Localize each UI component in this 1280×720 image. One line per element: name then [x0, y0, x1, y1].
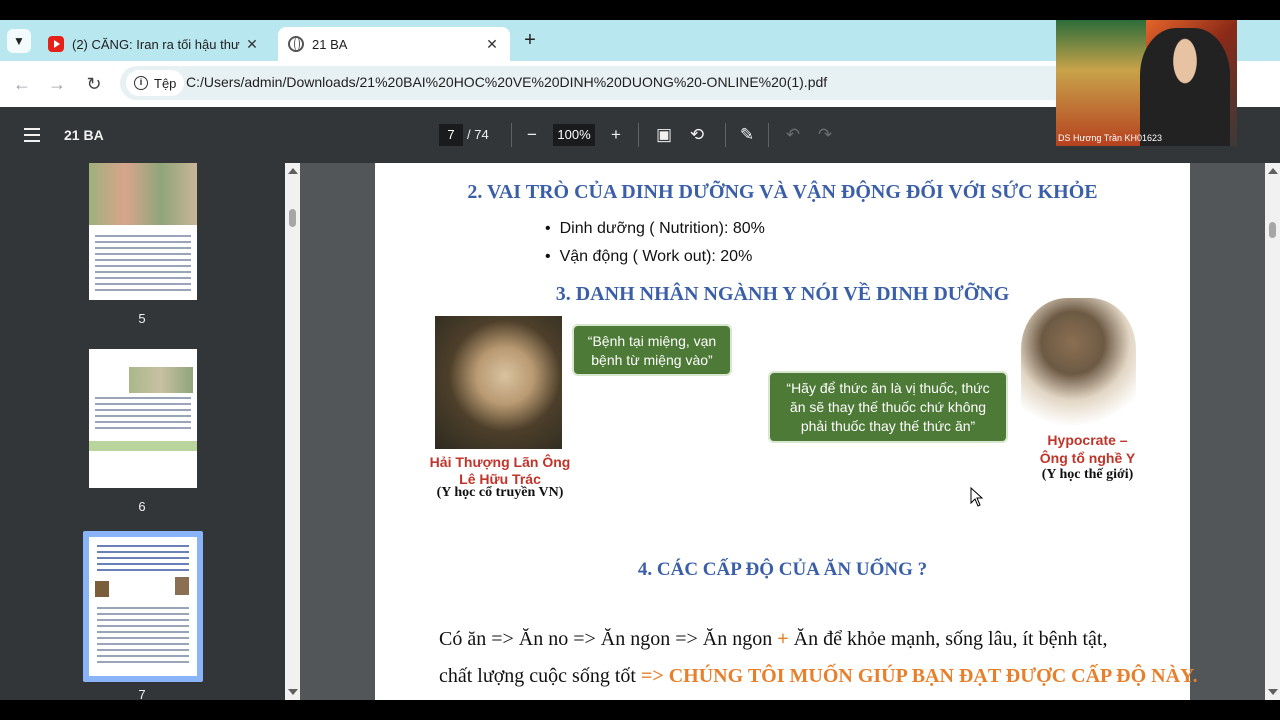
person1-name-1: Hải Thượng Lãn Ông	[429, 454, 571, 470]
divider	[768, 123, 769, 147]
rotate-icon[interactable]: ⟲	[685, 123, 709, 147]
sidebar-scroll-thumb[interactable]	[289, 209, 296, 227]
heading-section-2: 2. VAI TRÒ CỦA DINH DƯỠNG VÀ VẬN ĐỘNG ĐỐ…	[467, 181, 1098, 203]
zoom-input[interactable]: 100%	[553, 124, 595, 146]
pdf-viewer: 2. VAI TRÒ CỦA DINH DƯỠNG VÀ VẬN ĐỘNG ĐỐ…	[300, 163, 1265, 700]
thumbnail-text-lines	[97, 607, 189, 667]
screen: ▼ (2) CĂNG: Iran ra tối hậu thư sá ✕ 21 …	[0, 0, 1280, 720]
person2-note: (Y học thế giới)	[1041, 467, 1134, 482]
thumbnail-page-number: 6	[138, 499, 146, 514]
bullet-item: Dinh dưỡng ( Nutrition): 80%	[545, 215, 765, 243]
thumbnail-text-lines	[97, 545, 189, 575]
globe-icon	[288, 36, 304, 52]
site-info-chip[interactable]: i Tệp	[126, 70, 185, 96]
divider	[725, 123, 726, 147]
presenter-video	[1140, 28, 1230, 146]
page-total: / 74	[467, 127, 489, 142]
thumbnail-text-lines	[95, 235, 191, 291]
tab-label: (2) CĂNG: Iran ra tối hậu thư sá	[72, 36, 242, 52]
person1-note: (Y học cổ truyền VN)	[436, 485, 564, 500]
redo-icon[interactable]: ↷	[813, 123, 837, 147]
scroll-up-icon[interactable]	[1268, 168, 1278, 174]
undo-icon[interactable]: ↶	[781, 123, 805, 147]
scroll-up-icon[interactable]	[288, 168, 298, 174]
viewer-scroll-thumb[interactable]	[1269, 222, 1276, 238]
new-tab-button[interactable]: +	[518, 28, 542, 52]
close-icon[interactable]: ✕	[482, 36, 502, 53]
pdf-page: 2. VAI TRÒ CỦA DINH DƯỠNG VÀ VẬN ĐỘNG ĐỐ…	[375, 163, 1198, 700]
person2-name-1: Hypocrate –	[1047, 432, 1128, 448]
thumbnail-image	[175, 577, 189, 595]
heading-section-4: 4. CÁC CẤP ĐỘ CỦA ĂN UỐNG ?	[637, 559, 928, 580]
webcam-overlay: DS Hương Trần KH01623	[1056, 20, 1237, 146]
page-thumbnail-7[interactable]	[89, 537, 197, 676]
tab-search-button[interactable]: ▼	[7, 29, 31, 53]
address-bar[interactable]: i Tệp C:/Users/admin/Downloads/21%20BAI%…	[120, 66, 1080, 100]
thumbnail-text-lines	[95, 397, 191, 433]
thumbnail-image	[95, 581, 109, 597]
divider	[638, 123, 639, 147]
levels-goal: => CHÚNG TÔI MUỐN GIÚP BẠN ĐẠT ĐƯỢC CẤP …	[640, 665, 1198, 687]
quote-bubble-1: “Bệnh tại miệng, vạn bệnh từ miệng vào”	[572, 324, 732, 376]
portrait-hypocrate	[1021, 298, 1136, 426]
top-black-bar	[0, 0, 1280, 20]
thumbnail-image	[89, 163, 197, 225]
viewer-scrollbar[interactable]	[1265, 163, 1280, 700]
forward-button[interactable]: →	[45, 72, 69, 96]
thumbnail-band	[89, 441, 197, 451]
reload-button[interactable]: ↻	[82, 72, 106, 96]
bottom-black-bar	[0, 700, 1280, 720]
tab-youtube[interactable]: (2) CĂNG: Iran ra tối hậu thư sá ✕	[38, 27, 270, 61]
zoom-in-button[interactable]: +	[604, 123, 628, 147]
plus-sign: +	[777, 628, 789, 650]
youtube-icon	[48, 36, 64, 52]
portrait-hai-thuong-lan-ong	[435, 316, 562, 449]
thumbnail-sidebar: 5 6 7	[0, 163, 300, 700]
zoom-out-button[interactable]: −	[520, 123, 544, 147]
document-title: 21 BA	[64, 127, 104, 143]
tab-pdf[interactable]: 21 BA ✕	[278, 27, 510, 61]
scroll-down-icon[interactable]	[288, 689, 298, 695]
page-thumbnail-6[interactable]	[89, 349, 197, 488]
close-icon[interactable]: ✕	[242, 36, 262, 53]
sidebar-scrollbar[interactable]	[285, 163, 300, 700]
page-thumbnail-5[interactable]	[89, 163, 197, 300]
background-poster	[1056, 20, 1146, 146]
presenter-label: DS Hương Trần KH01623	[1058, 133, 1162, 143]
menu-icon[interactable]	[24, 128, 40, 142]
bullet-item: Vận động ( Work out): 20%	[545, 243, 765, 271]
page-number-input[interactable]: 7	[439, 124, 463, 146]
levels-line-1: Có ăn => Ăn no => Ăn ngon => Ăn ngon + Ă…	[439, 628, 1107, 651]
person2-name-2: Ông tổ nghề Y	[1039, 450, 1136, 466]
thumbnail-page-number: 7	[138, 687, 146, 700]
divider	[511, 123, 512, 147]
quote-bubble-2: “Hãy để thức ăn là vị thuốc, thức ăn sẽ …	[768, 371, 1008, 443]
thumbnail-page-number: 5	[138, 311, 146, 326]
url-text[interactable]: C:/Users/admin/Downloads/21%20BAI%20HOC%…	[186, 74, 827, 90]
fit-page-icon[interactable]: ▣	[652, 123, 676, 147]
bullet-list: Dinh dưỡng ( Nutrition): 80% Vận động ( …	[545, 215, 765, 271]
levels-text: Ăn để khỏe mạnh, sống lâu, ít bệnh tật,	[788, 628, 1108, 650]
scroll-down-icon[interactable]	[1268, 689, 1278, 695]
levels-line-2: chất lượng cuộc sống tốt => CHÚNG TÔI MU…	[439, 665, 1198, 688]
site-chip-label: Tệp	[154, 75, 177, 91]
annotate-icon[interactable]: ✎	[735, 123, 759, 147]
levels-text: chất lượng cuộc sống tốt	[439, 665, 641, 687]
mouse-cursor-icon	[970, 487, 984, 507]
back-button[interactable]: ←	[10, 72, 34, 96]
tab-label: 21 BA	[312, 36, 348, 52]
chevron-down-icon: ▼	[13, 34, 25, 48]
levels-text: Có ăn => Ăn no => Ăn ngon => Ăn ngon	[439, 628, 778, 650]
info-icon: i	[134, 76, 148, 90]
thumbnail-image	[129, 367, 193, 393]
